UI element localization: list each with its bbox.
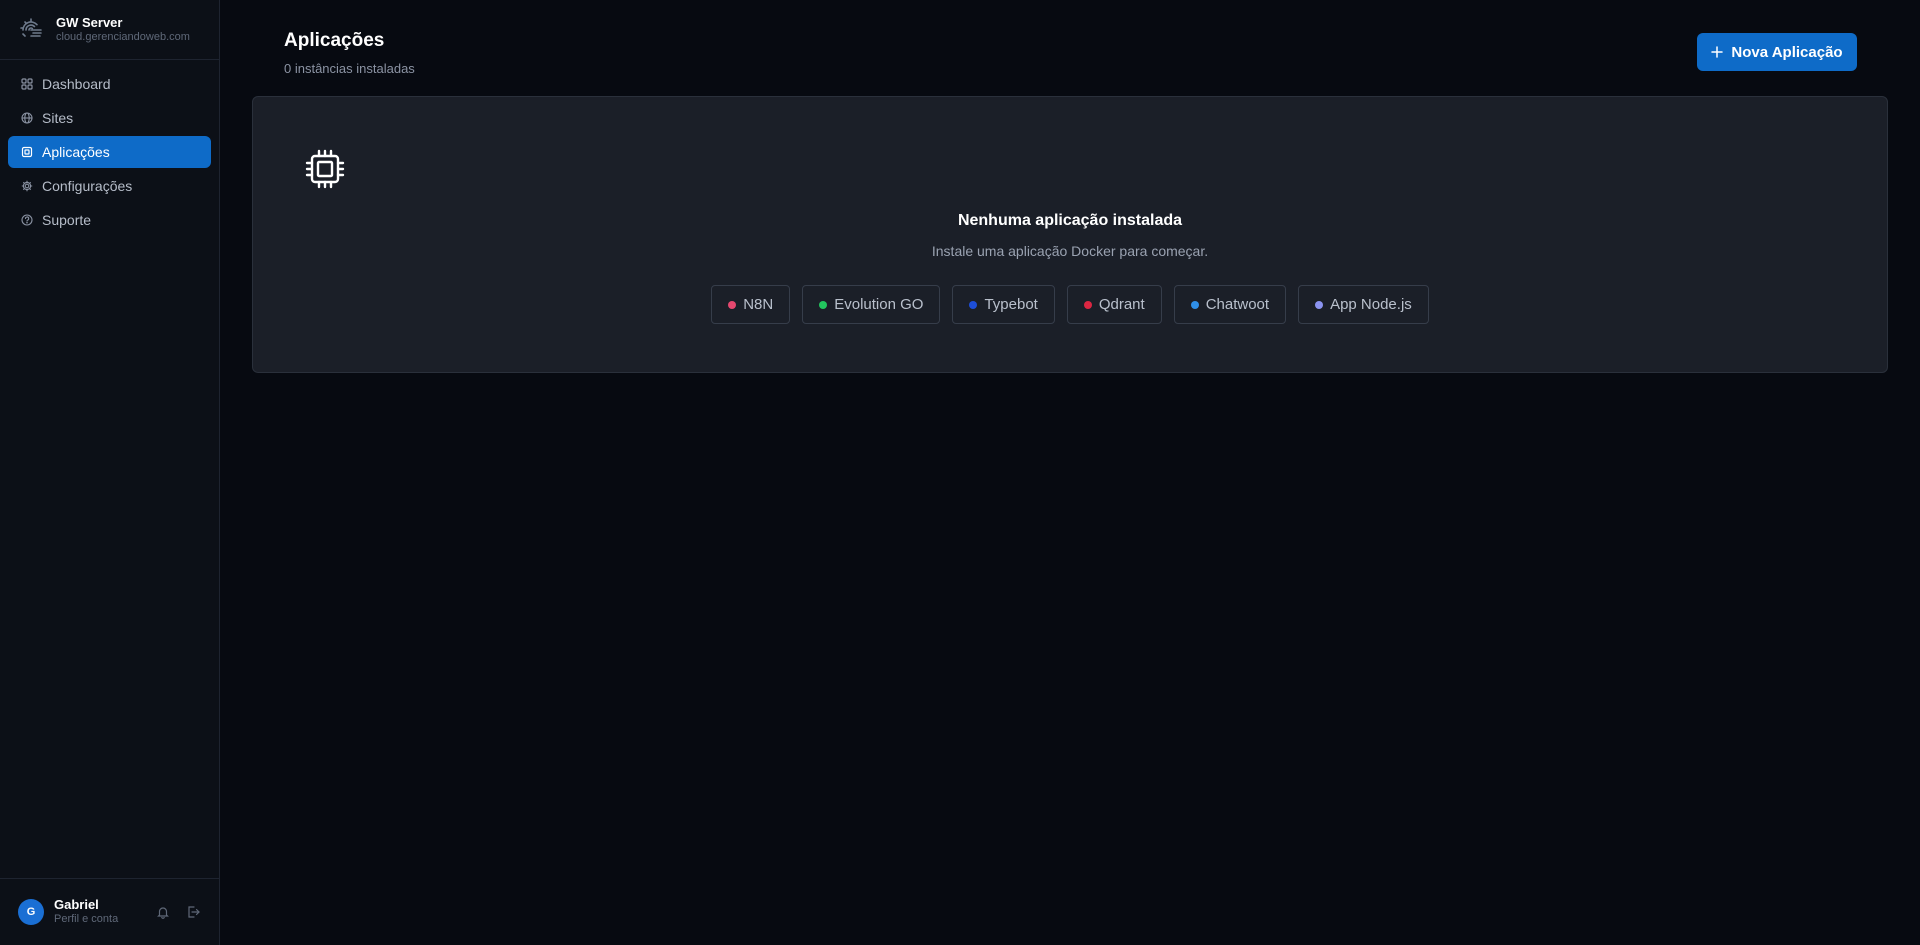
sidebar-item-label: Sites [42, 110, 74, 126]
app-template-chatwoot[interactable]: Chatwoot [1173, 285, 1287, 324]
status-dot [969, 300, 978, 309]
new-application-label: Nova Aplicação [1731, 43, 1843, 61]
app-template-n8n[interactable]: N8N [711, 285, 791, 324]
app-template-typebot[interactable]: Typebot [952, 285, 1055, 324]
brand-header[interactable]: GW Server cloud.gerenciandoweb.com [0, 0, 219, 60]
app-template-list: N8N Evolution GO Typebot Qdrant Chatwoot [253, 285, 1887, 324]
user-info[interactable]: Gabriel Perfil e conta [54, 897, 141, 927]
page-subtitle: 0 instâncias instaladas [284, 61, 415, 76]
app-template-qdrant[interactable]: Qdrant [1066, 285, 1162, 324]
bell-icon[interactable] [155, 904, 171, 920]
status-dot [1315, 300, 1324, 309]
app-root: GW Server cloud.gerenciandoweb.com Dashb… [0, 0, 1920, 945]
gear-icon [20, 180, 33, 193]
sidebar-item-aplicacoes[interactable]: Aplicações [8, 136, 211, 168]
user-actions [141, 904, 201, 920]
app-template-label: Qdrant [1098, 296, 1145, 313]
brand-title: GW Server [56, 14, 123, 30]
empty-state-title: Nenhuma aplicação instalada [957, 212, 1183, 229]
user-name: Gabriel [54, 897, 99, 912]
app-template-app-nodejs[interactable]: App Node.js [1298, 285, 1429, 324]
logout-icon[interactable] [185, 904, 201, 920]
avatar[interactable]: G [18, 899, 44, 925]
app-template-label: App Node.js [1330, 296, 1412, 313]
chip-icon [20, 146, 33, 159]
status-dot [819, 300, 828, 309]
grid-icon [20, 78, 33, 91]
sidebar-nav: Dashboard Sites Aplicações Configurações… [0, 60, 219, 246]
status-dot [1190, 300, 1199, 309]
status-dot [1083, 300, 1092, 309]
plus-icon [1711, 46, 1724, 58]
sidebar-item-suporte[interactable]: Suporte [8, 204, 211, 236]
page-header: Aplicações 0 instâncias instaladas [284, 30, 415, 76]
help-circle-icon [20, 214, 33, 227]
app-template-label: Chatwoot [1205, 296, 1270, 313]
empty-state-subtitle: Instale uma aplicação Docker para começa… [931, 243, 1209, 259]
cpu-chip-icon [305, 149, 345, 189]
main-content: Aplicações 0 instâncias instaladas Nova … [220, 0, 1920, 945]
globe-icon [20, 112, 33, 125]
sidebar-item-dashboard[interactable]: Dashboard [8, 68, 211, 100]
sidebar-item-label: Dashboard [42, 76, 111, 92]
app-template-label: Evolution GO [834, 296, 924, 313]
status-dot [728, 300, 737, 309]
sidebar-item-label: Aplicações [42, 144, 110, 160]
sidebar: GW Server cloud.gerenciandoweb.com Dashb… [0, 0, 220, 945]
empty-state-card: Nenhuma aplicação instalada Instale uma … [252, 96, 1888, 373]
user-subtitle: Perfil e conta [54, 913, 119, 926]
sidebar-item-sites[interactable]: Sites [8, 102, 211, 134]
brand-subtitle: cloud.gerenciandoweb.com [56, 31, 190, 44]
brand-logo-icon [16, 15, 46, 45]
page-title: Aplicações [284, 30, 385, 51]
app-template-evolution-go[interactable]: Evolution GO [802, 285, 941, 324]
app-template-label: N8N [743, 296, 774, 313]
sidebar-item-label: Suporte [42, 212, 92, 228]
app-template-label: Typebot [984, 296, 1038, 313]
sidebar-item-label: Configurações [42, 178, 133, 194]
user-panel: G Gabriel Perfil e conta [0, 878, 219, 945]
sidebar-item-configuracoes[interactable]: Configurações [8, 170, 211, 202]
new-application-button[interactable]: Nova Aplicação [1697, 33, 1857, 71]
